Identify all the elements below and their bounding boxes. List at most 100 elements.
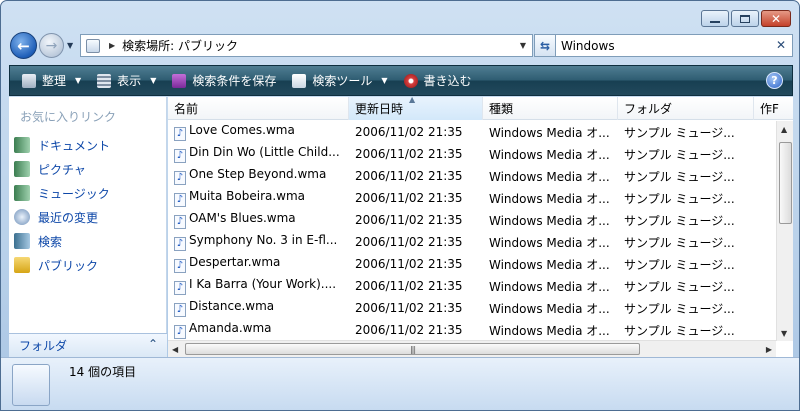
audio-file-icon: ♪ xyxy=(174,149,186,163)
column-header-date[interactable]: ▲ 更新日時 xyxy=(349,95,483,120)
file-type-text: Windows Media オ... xyxy=(489,235,610,250)
help-icon: ? xyxy=(771,74,778,87)
favorite-link-label: ミュージック xyxy=(38,186,110,201)
navigation-pane: お気に入りリンク ドキュメント ピクチャ ミュージック 最近の変更 検索 パブリ… xyxy=(9,97,167,357)
save-search-icon xyxy=(172,73,187,88)
view-icon xyxy=(97,73,112,88)
favorite-link-music[interactable]: ミュージック xyxy=(14,181,110,205)
search-tools-label: 検索ツール xyxy=(312,74,373,88)
burn-label: 書き込む xyxy=(423,74,472,88)
audio-file-icon: ♪ xyxy=(174,259,186,273)
close-button[interactable]: ✕ xyxy=(761,10,791,27)
file-folder-cell: サンプル ミュージ... xyxy=(618,300,754,317)
file-name-text: Distance.wma xyxy=(189,299,275,313)
file-type-text: Windows Media オ... xyxy=(489,191,610,206)
favorite-link-recent[interactable]: 最近の変更 xyxy=(14,205,110,229)
search-tools-button[interactable]: 検索ツール ▼ xyxy=(288,70,391,92)
column-header-name[interactable]: 名前 xyxy=(168,97,349,120)
minimize-button[interactable] xyxy=(701,10,729,27)
file-folder-text: サンプル ミュージ... xyxy=(624,125,735,140)
address-text: 検索場所: パブリック xyxy=(122,39,239,53)
column-header-folder[interactable]: フォルダ xyxy=(618,97,754,120)
horizontal-scrollbar[interactable]: ◀ ||| ▶ xyxy=(168,340,776,357)
file-row[interactable]: ♪ Din Din Wo (Little Child... 2006/11/02 2… xyxy=(168,143,776,165)
file-date-text: 2006/11/02 21:35 xyxy=(355,191,463,205)
horizontal-scroll-thumb[interactable]: ||| xyxy=(185,343,640,355)
clear-search-icon[interactable]: ✕ xyxy=(776,38,786,52)
burn-button[interactable]: 書き込む xyxy=(400,70,476,92)
address-bar[interactable]: ▶ 検索場所: パブリック ▼ xyxy=(80,34,533,57)
back-button[interactable]: ← xyxy=(10,32,37,59)
column-header-label: 作F xyxy=(760,102,779,116)
save-search-button[interactable]: 検索条件を保存 xyxy=(168,70,280,92)
favorite-link-public[interactable]: パブリック xyxy=(14,253,110,277)
search-box[interactable]: Windows ✕ xyxy=(555,34,793,57)
favorite-link-documents[interactable]: ドキュメント xyxy=(14,133,110,157)
file-date-cell: 2006/11/02 21:35 xyxy=(349,147,483,161)
file-type-cell: Windows Media オ... xyxy=(483,146,618,163)
folders-toggle[interactable]: フォルダ ⌃ xyxy=(9,333,167,357)
help-button[interactable]: ? xyxy=(766,72,783,89)
favorite-link-search[interactable]: 検索 xyxy=(14,229,110,253)
file-type-text: Windows Media オ... xyxy=(489,125,610,140)
file-type-cell: Windows Media オ... xyxy=(483,168,618,185)
audio-file-icon: ♪ xyxy=(174,325,186,339)
file-name-text: Symphony No. 3 in E-fl... xyxy=(189,233,338,247)
file-row[interactable]: ♪ Symphony No. 3 in E-fl... 2006/11/02 21:… xyxy=(168,231,776,253)
favorite-links-list: ドキュメント ピクチャ ミュージック 最近の変更 検索 パブリック xyxy=(14,133,110,277)
search-input[interactable]: Windows xyxy=(561,39,615,53)
file-name-cell: ♪ Muita Bobeira.wma xyxy=(168,189,349,207)
maximize-button[interactable] xyxy=(731,10,759,27)
scroll-down-icon[interactable]: ▼ xyxy=(781,329,787,338)
file-folder-text: サンプル ミュージ... xyxy=(624,235,735,250)
file-row[interactable]: ♪ I Ka Barra (Your Work).... 2006/11/02 21… xyxy=(168,275,776,297)
address-dropdown-icon[interactable]: ▼ xyxy=(520,41,526,50)
favorite-link-label: 最近の変更 xyxy=(38,210,99,225)
file-folder-cell: サンプル ミュージ... xyxy=(618,278,754,295)
file-row[interactable]: ♪ Muita Bobeira.wma 2006/11/02 21:35 Window… xyxy=(168,187,776,209)
file-row[interactable]: ♪ One Step Beyond.wma 2006/11/02 21:35 Wind… xyxy=(168,165,776,187)
audio-file-icon: ♪ xyxy=(174,303,186,317)
file-row[interactable]: ♪ Despertar.wma 2006/11/02 21:35 Windows Me… xyxy=(168,253,776,275)
organize-icon xyxy=(22,73,36,88)
documents-icon xyxy=(14,137,30,153)
file-rows: ♪ Love Comes.wma 2006/11/02 21:35 Windows M… xyxy=(168,121,776,341)
item-count: 14 個の項目 xyxy=(69,365,137,379)
column-header-author[interactable]: 作F xyxy=(754,97,793,120)
file-folder-cell: サンプル ミュージ... xyxy=(618,322,754,339)
file-row[interactable]: ♪ Love Comes.wma 2006/11/02 21:35 Windows M… xyxy=(168,121,776,143)
scroll-up-icon[interactable]: ▲ xyxy=(781,125,787,134)
explorer-window: ✕ ← → ▼ ▶ 検索場所: パブリック ▼ ⇆ Windows ✕ 整理 ▼… xyxy=(0,0,800,411)
file-date-text: 2006/11/02 21:35 xyxy=(355,257,463,271)
favorite-link-pictures[interactable]: ピクチャ xyxy=(14,157,110,181)
file-name-text: Love Comes.wma xyxy=(189,123,295,137)
file-row[interactable]: ♪ OAM's Blues.wma 2006/11/02 21:35 Windows … xyxy=(168,209,776,231)
details-pane: 14 個の項目 xyxy=(1,357,799,410)
vertical-scroll-thumb[interactable] xyxy=(779,142,792,224)
view-button[interactable]: 表示 ▼ xyxy=(93,70,160,92)
file-date-cell: 2006/11/02 21:35 xyxy=(349,279,483,293)
file-row[interactable]: ♪ Amanda.wma 2006/11/02 21:35 Windows Media… xyxy=(168,319,776,341)
file-folder-text: サンプル ミュージ... xyxy=(624,301,735,316)
file-row[interactable]: ♪ Distance.wma 2006/11/02 21:35 Windows Med… xyxy=(168,297,776,319)
scroll-left-icon[interactable]: ◀ xyxy=(172,345,178,354)
file-folder-cell: サンプル ミュージ... xyxy=(618,124,754,141)
column-header-label: 種類 xyxy=(489,102,514,116)
music-icon xyxy=(14,185,30,201)
vertical-scrollbar[interactable]: ▲ ▼ xyxy=(776,121,793,341)
file-name-cell: ♪ Distance.wma xyxy=(168,299,349,317)
organize-button[interactable]: 整理 ▼ xyxy=(18,70,85,92)
navigation-bar: ← → ▼ ▶ 検索場所: パブリック ▼ ⇆ Windows ✕ xyxy=(10,32,794,60)
audio-file-icon: ♪ xyxy=(174,215,186,229)
recent-pages-dropdown-icon[interactable]: ▼ xyxy=(67,41,73,50)
column-header-label: 更新日時 xyxy=(355,102,404,116)
scroll-right-icon[interactable]: ▶ xyxy=(766,345,772,354)
refresh-button[interactable]: ⇆ xyxy=(534,34,556,57)
file-name-cell: ♪ OAM's Blues.wma xyxy=(168,211,349,229)
forward-button[interactable]: → xyxy=(39,33,64,58)
file-date-cell: 2006/11/02 21:35 xyxy=(349,235,483,249)
column-header-type[interactable]: 種類 xyxy=(483,97,618,120)
breadcrumb-separator-icon[interactable]: ▶ xyxy=(109,41,115,50)
file-type-cell: Windows Media オ... xyxy=(483,300,618,317)
file-type-text: Windows Media オ... xyxy=(489,279,610,294)
